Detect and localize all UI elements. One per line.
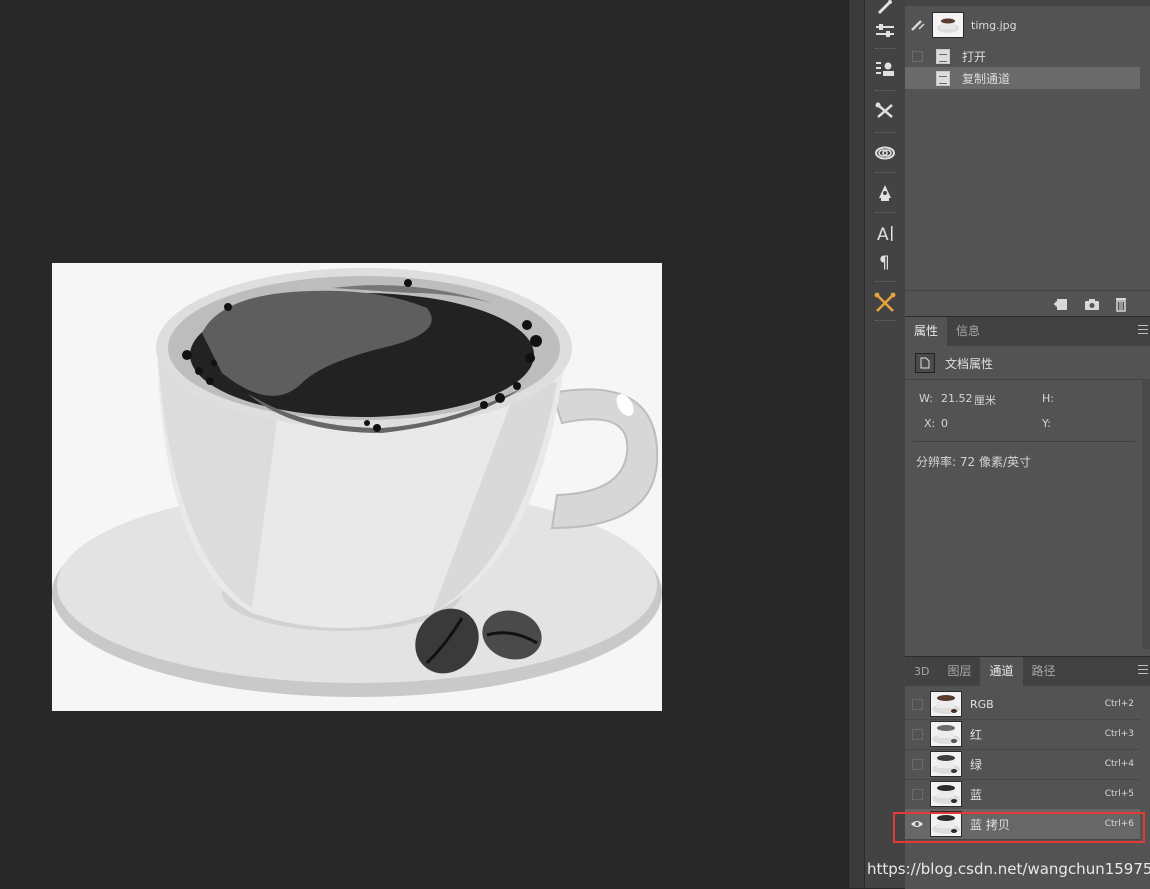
camera-icon[interactable] bbox=[1084, 296, 1100, 312]
clone-source-icon[interactable] bbox=[871, 56, 899, 82]
channel-row-red[interactable]: 红 Ctrl+3 bbox=[905, 719, 1140, 750]
libraries-icon[interactable] bbox=[871, 140, 899, 166]
tab-properties[interactable]: 属性 bbox=[905, 317, 948, 346]
svg-text:A: A bbox=[877, 225, 889, 243]
x-value[interactable]: 0 bbox=[941, 417, 948, 430]
tab-channels[interactable]: 通道 bbox=[980, 657, 1023, 686]
history-snapshot[interactable]: timg.jpg bbox=[905, 8, 1140, 42]
properties-panel: 属性 信息 文档属性 W: 21.52 厘米 H: X: 0 Y: 分辨率: 7… bbox=[905, 316, 1150, 657]
channel-shortcut: Ctrl+2 bbox=[1104, 699, 1134, 709]
glyph-icon[interactable] bbox=[871, 180, 899, 206]
panel-menu-icon[interactable] bbox=[1138, 665, 1148, 674]
width-unit: 厘米 bbox=[974, 394, 996, 407]
history-brush-icon[interactable] bbox=[910, 18, 926, 32]
visibility-toggle[interactable] bbox=[912, 788, 923, 800]
y-label: Y: bbox=[1042, 417, 1051, 430]
properties-title-row: 文档属性 bbox=[905, 347, 1150, 380]
tab-3d[interactable]: 3D bbox=[905, 657, 938, 686]
resolution-text: 分辨率: 72 像素/英寸 bbox=[916, 455, 1031, 469]
tool-presets-icon[interactable] bbox=[871, 98, 899, 124]
channel-row-blue[interactable]: 蓝 Ctrl+5 bbox=[905, 779, 1140, 810]
document-icon bbox=[936, 70, 950, 86]
properties-scrollbar[interactable] bbox=[1142, 379, 1150, 649]
channel-shortcut: Ctrl+4 bbox=[1104, 759, 1134, 769]
properties-title: 文档属性 bbox=[945, 356, 994, 371]
channel-thumbnail bbox=[930, 721, 962, 747]
tab-info[interactable]: 信息 bbox=[947, 317, 989, 346]
right-panel-dock: timg.jpg 打开 复制通道 属性 信息 文档属性 W: 21.52 厘米 … bbox=[905, 0, 1150, 889]
tab-layers[interactable]: 图层 bbox=[938, 657, 980, 686]
channel-shortcut: Ctrl+3 bbox=[1104, 729, 1134, 739]
channel-thumbnail bbox=[930, 781, 962, 807]
history-state[interactable]: 打开 bbox=[905, 45, 1140, 67]
channel-shortcut: Ctrl+5 bbox=[1104, 789, 1134, 799]
width-label: W: bbox=[919, 392, 933, 405]
height-label: H: bbox=[1042, 392, 1054, 405]
snapshot-thumbnail bbox=[932, 12, 964, 38]
document-image[interactable] bbox=[52, 263, 662, 711]
watermark-text: https://blog.csdn.net/wangchun159753 bbox=[867, 860, 1150, 878]
new-document-from-state-icon[interactable] bbox=[1053, 296, 1069, 312]
x-label: X: bbox=[924, 417, 936, 430]
channel-shortcut: Ctrl+6 bbox=[1104, 819, 1134, 829]
width-value[interactable]: 21.52 bbox=[941, 392, 973, 405]
history-footer bbox=[905, 290, 1150, 317]
character-icon[interactable]: A bbox=[871, 220, 899, 246]
history-state-label: 打开 bbox=[962, 49, 987, 64]
properties-tabbar: 属性 信息 bbox=[905, 317, 1150, 346]
panel-gutter bbox=[848, 0, 865, 888]
trash-icon[interactable] bbox=[1113, 296, 1129, 312]
coffee-cup-artwork bbox=[52, 268, 662, 697]
history-top-strip bbox=[905, 0, 1150, 6]
channels-tabbar: 3D 图层 通道 路径 bbox=[905, 657, 1150, 686]
svg-text:¶: ¶ bbox=[879, 253, 890, 271]
adjustments-icon[interactable] bbox=[871, 18, 899, 44]
properties-divider bbox=[913, 441, 1135, 442]
panel-menu-icon[interactable] bbox=[1138, 325, 1148, 334]
eye-icon[interactable] bbox=[910, 819, 924, 830]
channel-row-blue-copy[interactable]: 蓝 拷贝 Ctrl+6 bbox=[905, 809, 1140, 840]
panel-icon-strip: A ¶ bbox=[864, 0, 906, 888]
channel-thumbnail bbox=[930, 751, 962, 777]
channel-name: 蓝 bbox=[970, 787, 983, 802]
history-state-label: 复制通道 bbox=[962, 71, 1011, 86]
document-icon bbox=[936, 48, 950, 64]
channel-thumbnail bbox=[930, 691, 962, 717]
document-properties-icon bbox=[915, 353, 935, 373]
channel-thumbnail bbox=[930, 811, 962, 837]
brush-icon[interactable] bbox=[871, 0, 899, 20]
channel-row-rgb[interactable]: RGB Ctrl+2 bbox=[905, 689, 1140, 720]
history-checkbox[interactable] bbox=[912, 72, 923, 84]
history-state-selected[interactable]: 复制通道 bbox=[905, 67, 1140, 89]
channels-panel: 3D 图层 通道 路径 RGB Ctrl+2 红 Ctrl+3 绿 Ctrl+4… bbox=[905, 656, 1150, 889]
tool-cross-icon[interactable] bbox=[871, 290, 899, 316]
paragraph-icon[interactable]: ¶ bbox=[871, 248, 899, 274]
channel-name: 绿 bbox=[970, 757, 983, 772]
snapshot-name: timg.jpg bbox=[971, 18, 1017, 32]
visibility-toggle[interactable] bbox=[912, 758, 923, 770]
visibility-toggle[interactable] bbox=[912, 698, 923, 710]
visibility-toggle[interactable] bbox=[912, 728, 923, 740]
channel-name: RGB bbox=[970, 697, 994, 711]
channel-name: 蓝 拷贝 bbox=[970, 817, 1010, 832]
tab-paths[interactable]: 路径 bbox=[1023, 657, 1065, 686]
channel-name: 红 bbox=[970, 727, 983, 742]
history-panel: timg.jpg 打开 复制通道 bbox=[905, 0, 1150, 316]
channel-row-green[interactable]: 绿 Ctrl+4 bbox=[905, 749, 1140, 780]
canvas-area[interactable] bbox=[0, 0, 848, 888]
history-checkbox[interactable] bbox=[912, 50, 923, 62]
